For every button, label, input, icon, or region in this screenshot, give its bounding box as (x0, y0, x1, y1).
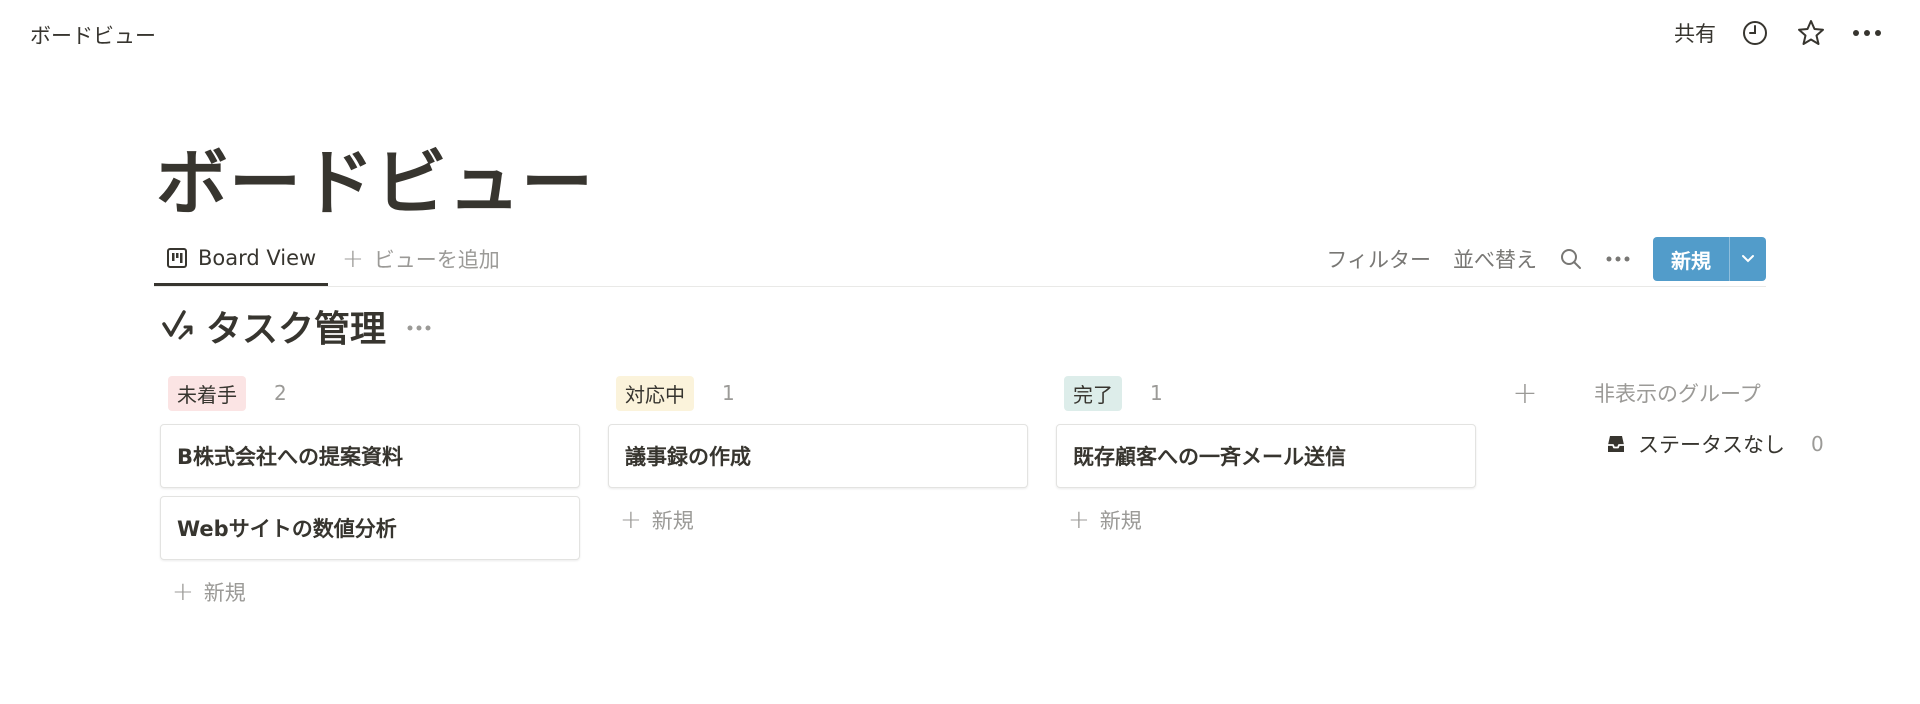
add-card-button[interactable]: + 新規 (1056, 488, 1476, 552)
column-count: 1 (722, 381, 735, 405)
column-header: 完了 1 (1056, 374, 1476, 412)
hidden-groups: 非表示のグループ ステータスなし 0 (1594, 374, 1894, 462)
new-button[interactable]: 新規 (1653, 237, 1729, 281)
hidden-group-label: ステータスなし (1638, 433, 1785, 457)
plus-icon: + (1068, 505, 1090, 535)
database-name[interactable]: タスク管理 (206, 300, 386, 352)
status-badge[interactable]: 対応中 (616, 375, 694, 411)
add-card-label: 新規 (1099, 509, 1142, 533)
more-icon[interactable] (1850, 16, 1884, 50)
view-bar: Board View + ビューを追加 フィルター 並べ替え 新規 (154, 232, 1766, 287)
inbox-icon (1608, 436, 1624, 452)
board-card[interactable]: 議事録の作成 (608, 424, 1028, 488)
plus-icon: + (1512, 375, 1538, 411)
filter-button[interactable]: フィルター (1326, 244, 1431, 274)
view-more-icon[interactable] (1605, 255, 1631, 263)
star-icon[interactable] (1794, 16, 1828, 50)
new-button-group: 新規 (1653, 237, 1766, 281)
board-column-todo: 未着手 2 B株式会社への提案資料 Webサイトの数値分析 + 新規 (160, 374, 580, 624)
share-button[interactable]: 共有 (1674, 18, 1716, 48)
column-count: 1 (1150, 381, 1163, 405)
hidden-group-count: 0 (1811, 432, 1824, 456)
tab-label: Board View (198, 245, 317, 270)
tab-board-view[interactable]: Board View (154, 232, 329, 286)
page-title[interactable]: ボードビュー (156, 124, 594, 229)
top-actions: 共有 (1674, 16, 1884, 50)
database-title: タスク管理 (160, 300, 432, 352)
board-column-done: 完了 1 既存顧客への一斉メール送信 + 新規 (1056, 374, 1476, 552)
board-card[interactable]: Webサイトの数値分析 (160, 496, 580, 560)
database-more-icon[interactable] (406, 317, 432, 336)
board-icon (167, 247, 187, 268)
status-badge[interactable]: 未着手 (168, 375, 246, 411)
column-count: 2 (274, 381, 287, 405)
view-actions: フィルター 並べ替え 新規 (1326, 232, 1766, 286)
checkmark-icon (160, 306, 196, 346)
board-column-in-progress: 対応中 1 議事録の作成 + 新規 (608, 374, 1028, 552)
search-icon[interactable] (1559, 247, 1583, 271)
breadcrumb[interactable]: ボードビュー (30, 20, 156, 50)
board-card[interactable]: B株式会社への提案資料 (160, 424, 580, 488)
add-card-button[interactable]: + 新規 (608, 488, 1028, 552)
hidden-groups-label: 非表示のグループ (1594, 382, 1761, 406)
add-view-button[interactable]: + ビューを追加 (342, 232, 500, 286)
add-card-label: 新規 (651, 509, 694, 533)
column-header: 未着手 2 (160, 374, 580, 412)
add-group-button[interactable]: + (1512, 374, 1538, 412)
hidden-group-item[interactable]: ステータスなし 0 (1594, 426, 1894, 462)
add-card-label: 新規 (203, 581, 246, 605)
plus-icon: + (172, 577, 194, 607)
clock-icon[interactable] (1738, 16, 1772, 50)
add-view-label: ビューを追加 (373, 248, 500, 272)
add-card-button[interactable]: + 新規 (160, 560, 580, 624)
status-badge[interactable]: 完了 (1064, 375, 1122, 411)
topbar: ボードビュー 共有 (0, 0, 1920, 72)
sort-button[interactable]: 並べ替え (1453, 244, 1537, 274)
chevron-down-icon[interactable] (1729, 237, 1766, 281)
plus-icon: + (342, 244, 364, 274)
plus-icon: + (620, 505, 642, 535)
board-card[interactable]: 既存顧客への一斉メール送信 (1056, 424, 1476, 488)
column-header: 対応中 1 (608, 374, 1028, 412)
